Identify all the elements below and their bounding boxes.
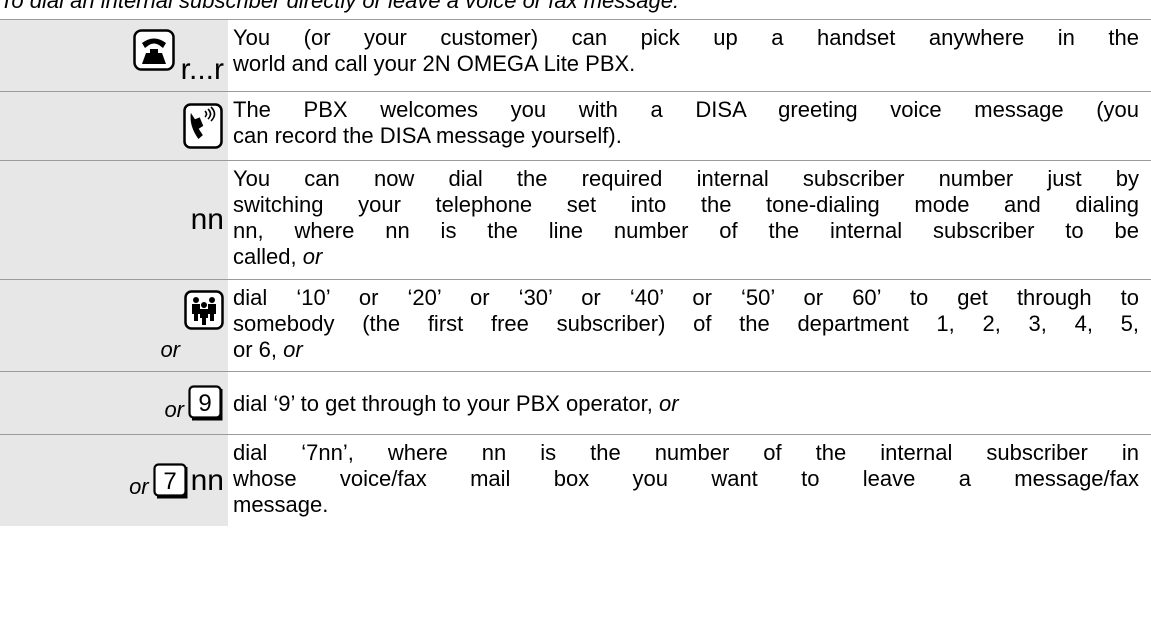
row-description: dial ‘9’ to get through to your PBX oper… [233,390,679,416]
row-description: The PBX welcomes you with a DISA greetin… [233,97,1139,148]
instruction-table: r...r You (or your customer) can pick up… [0,19,1151,526]
row-symbol-cell: r...r [0,20,228,91]
nn-symbol: nn [190,203,224,236]
voice-message-icon [183,103,223,149]
row-description: You can now dial the required internal s… [233,166,1139,269]
row-symbol-cell: or 7 nn [0,435,228,526]
row-symbol-cell [0,92,228,160]
table-row: r...r You (or your customer) can pick up… [0,19,1151,91]
row-description: dial ‘10’ or ‘20’ or ‘30’ or ‘40’ or ‘50… [233,285,1139,362]
row-symbol-cell: or [0,280,228,371]
intro-text: To dial an internal subscriber directly … [0,0,680,13]
phone-handset-icon [132,29,175,71]
row-description: You (or your customer) can pick up a han… [233,25,1139,76]
department-group-icon [184,290,224,330]
or-label: or [164,397,184,422]
nn-symbol: nn [190,463,224,497]
table-row: nn You can now dial the required interna… [0,160,1151,279]
row-symbol-cell: or 9 [0,372,228,434]
table-row: or dial ‘10’ or ‘20’ or ‘30’ or ‘40’ or … [0,279,1151,371]
or-label: or [129,473,149,499]
table-row: or 9 dial ‘9’ to get through to your PBX… [0,371,1151,434]
ring-symbol: r...r [180,53,224,86]
svg-text:9: 9 [198,390,211,417]
row-description: dial ‘7nn’, where nn is the number of th… [233,440,1139,517]
or-label: or [160,337,180,362]
key-7-icon: 7 [153,462,189,499]
table-row: or 7 nn dial ‘7nn’, where nn is the numb… [0,434,1151,526]
key-9-icon: 9 [188,385,224,421]
table-row: The PBX welcomes you with a DISA greetin… [0,91,1151,160]
svg-text:7: 7 [163,468,176,495]
row-symbol-cell: nn [0,161,228,279]
